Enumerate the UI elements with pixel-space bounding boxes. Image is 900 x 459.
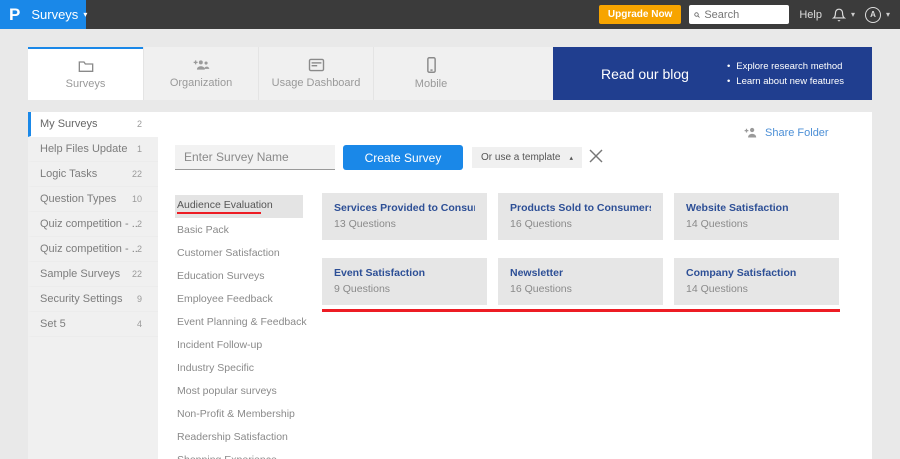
template-card[interactable]: Services Provided to Consumers 13 Questi… (322, 193, 487, 240)
red-annotation-line (322, 309, 840, 312)
avatar: A (864, 6, 881, 23)
category-incident-follow-up[interactable]: Incident Follow-up (175, 333, 303, 356)
sidebar-item-help-files-update[interactable]: Help Files Update 1 (28, 137, 158, 162)
folder-count: 1 (136, 144, 142, 154)
template-title: Newsletter (510, 267, 564, 279)
sidebar-item-logic-tasks[interactable]: Logic Tasks 22 (28, 162, 158, 187)
dashboard-icon (308, 58, 324, 72)
template-title: Products Sold to Consumers (510, 202, 651, 214)
folder-count: 4 (136, 319, 142, 329)
template-category-list: Audience Evaluation Basic Pack Customer … (175, 195, 307, 459)
add-users-icon (193, 60, 209, 70)
topbar-right: Upgrade Now Help ▾ A ▾ (598, 0, 900, 29)
share-folder-link[interactable]: Share Folder (744, 126, 829, 139)
category-shopping-experience[interactable]: Shopping Experience (175, 448, 303, 459)
template-title: Company Satisfaction (686, 267, 797, 279)
search-input[interactable] (704, 8, 785, 21)
folder-icon (78, 61, 93, 72)
close-icon[interactable] (588, 148, 604, 164)
template-question-count: 16 Questions (510, 283, 572, 295)
template-card[interactable]: Company Satisfaction 14 Questions (674, 258, 839, 305)
sidebar-item-question-types[interactable]: Question Types 10 (28, 187, 158, 212)
tabstrip: Surveys Organization Usage Dashboard Mob… (28, 47, 872, 100)
upgrade-now-button[interactable]: Upgrade Now (598, 5, 682, 24)
template-question-count: 9 Questions (334, 283, 391, 295)
main-panel: Share Folder Create Survey Or use a temp… (158, 112, 872, 459)
category-employee-feedback[interactable]: Employee Feedback (175, 287, 303, 310)
template-question-count: 14 Questions (686, 283, 748, 295)
chevron-down-icon: ▾ (885, 10, 890, 19)
app-menu-label: Surveys (31, 7, 79, 22)
template-card[interactable]: Event Satisfaction 9 Questions (322, 258, 487, 305)
category-event-planning-feedback[interactable]: Event Planning & Feedback (175, 310, 307, 333)
share-folder-label: Share Folder (765, 126, 829, 139)
use-template-dropdown[interactable]: Or use a template ▴ (472, 147, 582, 168)
category-education-surveys[interactable]: Education Surveys (175, 264, 303, 287)
blog-banner[interactable]: Read our blog Explore research method Le… (553, 47, 872, 100)
template-card-grid: Services Provided to Consumers 13 Questi… (322, 193, 840, 305)
tab-usage-dashboard[interactable]: Usage Dashboard (258, 47, 373, 100)
topbar: P Surveys ▾ Upgrade Now Help ▾ A ▾ (0, 0, 900, 29)
chevron-down-icon: ▾ (83, 10, 88, 19)
survey-name-input[interactable] (175, 145, 335, 170)
blog-banner-title: Read our blog (601, 65, 689, 82)
template-title: Services Provided to Consumers (334, 202, 475, 214)
template-card[interactable]: Website Satisfaction 14 Questions (674, 193, 839, 240)
sidebar-item-quiz-competition-1[interactable]: Quiz competition - ... 2 (28, 212, 158, 237)
help-link[interactable]: Help (799, 9, 822, 21)
category-customer-satisfaction[interactable]: Customer Satisfaction (175, 241, 303, 264)
tab-mobile[interactable]: Mobile (373, 47, 488, 100)
search-box[interactable] (689, 5, 790, 24)
mobile-phone-icon (426, 57, 436, 73)
folder-count: 2 (136, 119, 142, 129)
category-audience-evaluation[interactable]: Audience Evaluation (175, 195, 303, 218)
template-question-count: 14 Questions (686, 218, 748, 230)
app-switcher-dropdown[interactable]: P Surveys ▾ (0, 0, 88, 29)
sidebar-item-set-5[interactable]: Set 5 4 (28, 312, 158, 337)
chevron-up-icon: ▴ (569, 154, 573, 162)
folder-count: 22 (131, 269, 142, 279)
create-survey-button[interactable]: Create Survey (343, 145, 463, 170)
template-card[interactable]: Newsletter 16 Questions (498, 258, 663, 305)
template-title: Website Satisfaction (686, 202, 789, 214)
sidebar-item-my-surveys[interactable]: My Surveys 2 (28, 112, 158, 137)
account-menu[interactable]: A ▾ (864, 6, 890, 23)
red-annotation-underline (177, 212, 261, 214)
sidebar-item-security-settings[interactable]: Security Settings 9 (28, 287, 158, 312)
category-readership-satisfaction[interactable]: Readership Satisfaction (175, 425, 303, 448)
tab-surveys[interactable]: Surveys (28, 47, 143, 100)
bell-icon (831, 8, 846, 21)
blog-bullet: Learn about new features (727, 74, 844, 89)
template-card[interactable]: Products Sold to Consumers 16 Questions (498, 193, 663, 240)
folder-count: 22 (131, 169, 142, 179)
folder-count: 2 (136, 244, 142, 254)
template-question-count: 13 Questions (334, 218, 396, 230)
folders-sidebar: My Surveys 2 Help Files Update 1 Logic T… (28, 112, 158, 459)
template-question-count: 16 Questions (510, 218, 572, 230)
sidebar-item-quiz-competition-2[interactable]: Quiz competition - ... 2 (28, 237, 158, 262)
folder-count: 2 (136, 219, 142, 229)
brand-logo: P (9, 5, 21, 24)
app-window: P Surveys ▾ Upgrade Now Help ▾ A ▾ Surve (0, 0, 900, 459)
notifications-menu[interactable]: ▾ (831, 8, 855, 22)
template-title: Event Satisfaction (334, 267, 426, 279)
folder-count: 10 (131, 194, 142, 204)
blog-banner-bullets: Explore research method Learn about new … (727, 59, 844, 89)
search-icon (694, 11, 701, 18)
chevron-down-icon: ▾ (850, 10, 855, 19)
tabstrip-filler (488, 47, 553, 100)
category-non-profit-membership[interactable]: Non-Profit & Membership (175, 402, 303, 425)
tab-organization[interactable]: Organization (143, 47, 258, 100)
category-most-popular-surveys[interactable]: Most popular surveys (175, 379, 303, 402)
blog-bullet: Explore research method (727, 59, 844, 74)
folder-count: 9 (136, 294, 142, 304)
add-user-icon (744, 127, 757, 138)
category-basic-pack[interactable]: Basic Pack (175, 218, 303, 241)
category-industry-specific[interactable]: Industry Specific (175, 356, 303, 379)
sidebar-item-sample-surveys[interactable]: Sample Surveys 22 (28, 262, 158, 287)
